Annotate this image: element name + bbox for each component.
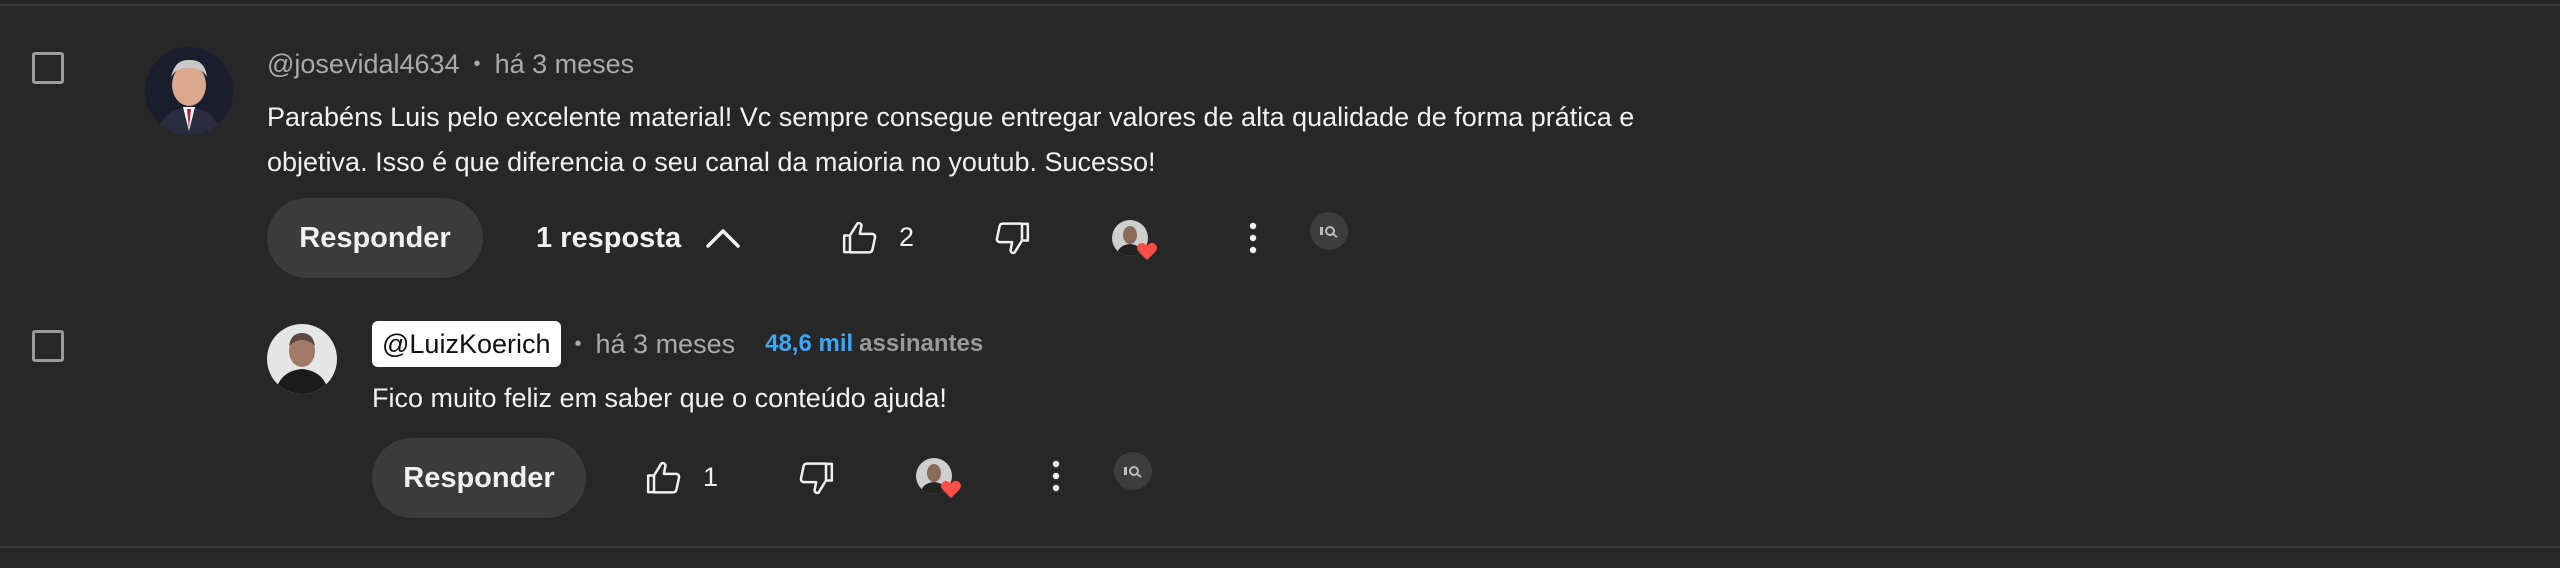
heart-icon xyxy=(940,479,962,504)
replies-toggle-button[interactable]: 1 resposta xyxy=(536,218,741,258)
replier-avatar[interactable] xyxy=(267,324,337,394)
comment-text-line-1: Parabéns Luis pelo excelente material! V… xyxy=(267,102,1635,132)
reply-like-count: 1 xyxy=(703,462,719,492)
chevron-up-icon xyxy=(705,227,741,249)
top-divider xyxy=(0,4,2560,6)
thumbs-up-icon[interactable] xyxy=(838,216,882,260)
commenter-avatar[interactable] xyxy=(145,47,233,135)
creator-heart xyxy=(1112,220,1157,261)
comment-meta: @josevidal4634 • há 3 meses xyxy=(267,44,634,84)
creator-heart xyxy=(916,458,961,499)
reply-timestamp[interactable]: há 3 meses xyxy=(596,329,736,360)
replies-toggle-label: 1 resposta xyxy=(536,221,682,254)
thumbs-down-icon[interactable] xyxy=(990,216,1034,260)
extension-icon[interactable] xyxy=(1114,452,1152,490)
reply-reply-button[interactable]: Responder xyxy=(372,438,586,518)
extension-icon[interactable] xyxy=(1310,212,1348,250)
reply-button[interactable]: Responder xyxy=(267,198,483,278)
replier-avatar-image xyxy=(267,324,337,394)
comment-text-line-2: objetiva. Isso é que diferencia o seu ca… xyxy=(267,147,1156,177)
reply-author-handle[interactable]: @LuizKoerich xyxy=(372,321,561,367)
commenter-avatar-image xyxy=(145,47,233,135)
comment-timestamp[interactable]: há 3 meses xyxy=(495,49,635,80)
reply-select-checkbox[interactable] xyxy=(32,330,64,362)
reply-text: Fico muito feliz em saber que o conteúdo… xyxy=(372,383,947,413)
like-count: 2 xyxy=(899,222,915,252)
more-vert-icon[interactable] xyxy=(1041,456,1071,496)
comment-author-handle[interactable]: @josevidal4634 xyxy=(267,49,460,80)
thumbs-down-icon[interactable] xyxy=(794,456,838,500)
more-vert-icon[interactable] xyxy=(1238,218,1268,258)
subscriber-count-number: 48,6 mil xyxy=(765,330,854,357)
reply-meta: @LuizKoerich • há 3 meses 48,6 mil assina… xyxy=(372,320,983,368)
meta-separator: • xyxy=(574,332,582,355)
bottom-divider xyxy=(0,546,2560,548)
subscriber-count: 48,6 mil assinantes xyxy=(765,330,983,358)
comment-select-checkbox[interactable] xyxy=(32,52,64,84)
meta-separator: • xyxy=(473,52,481,75)
heart-icon xyxy=(1136,241,1158,266)
subscriber-count-label: assinantes xyxy=(859,330,984,357)
thumbs-up-icon[interactable] xyxy=(642,456,686,500)
